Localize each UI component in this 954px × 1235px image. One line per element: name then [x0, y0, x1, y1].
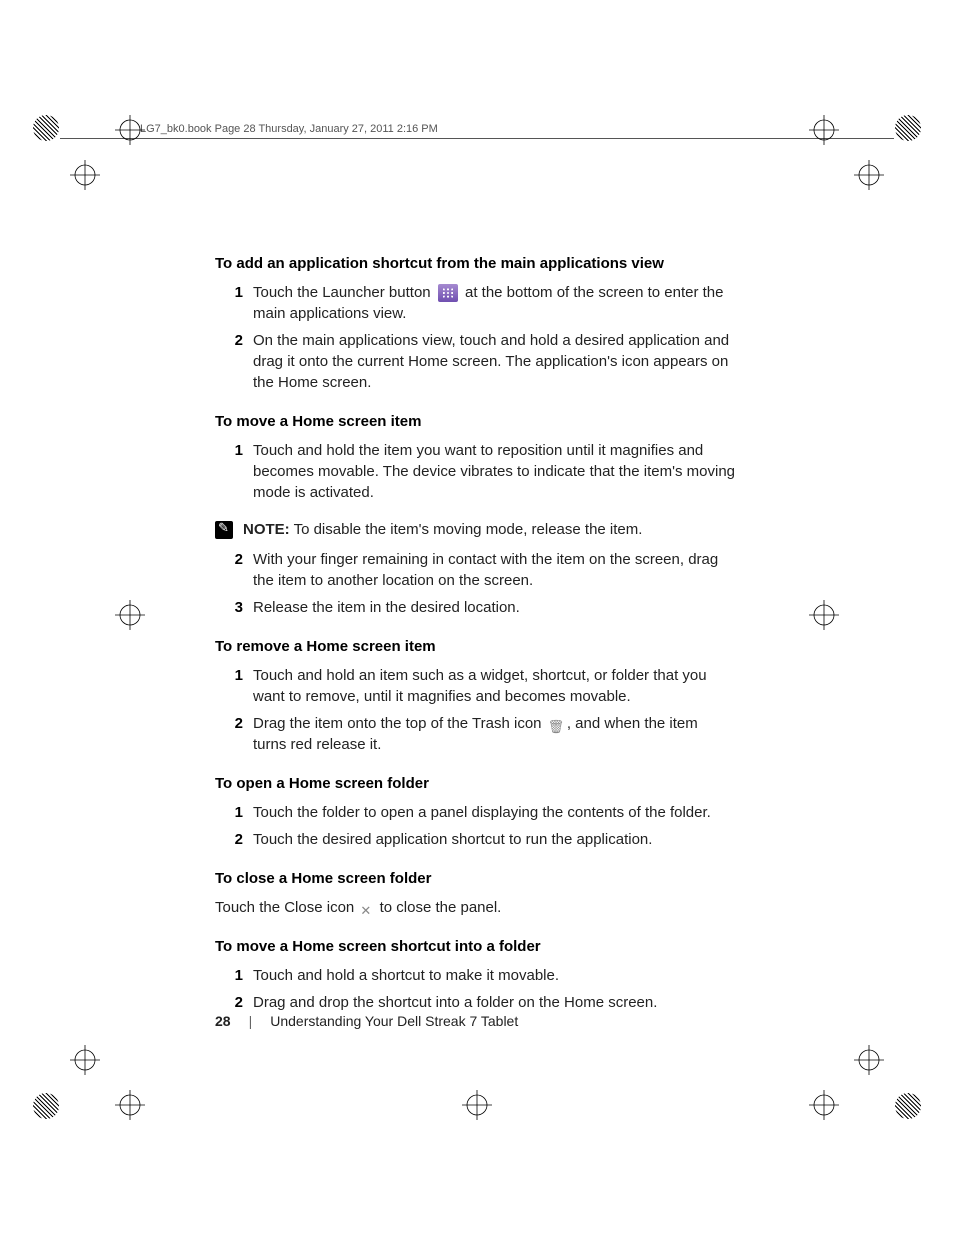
step-2: 2 With your finger remaining in contact … — [215, 549, 735, 591]
header-rule — [60, 138, 894, 139]
registration-mark-icon — [854, 160, 884, 190]
close-icon: ✕ — [360, 902, 373, 915]
crop-hatch-icon — [895, 115, 921, 141]
section-remove-item: To remove a Home screen item 1 Touch and… — [215, 638, 735, 755]
registration-mark-icon — [854, 1045, 884, 1075]
step-1: 1 Touch the Launcher button at the botto… — [215, 282, 735, 324]
step-number: 1 — [215, 802, 253, 823]
page-number: 28 — [215, 1013, 231, 1029]
note: NOTE: To disable the item's moving mode,… — [215, 521, 735, 539]
steps: 1 Touch the Launcher button at the botto… — [215, 282, 735, 393]
heading: To move a Home screen item — [215, 413, 735, 430]
step-text: Drag and drop the shortcut into a folder… — [253, 992, 735, 1013]
separator: | — [249, 1013, 253, 1029]
step-number: 2 — [215, 330, 253, 393]
registration-mark-icon — [462, 1090, 492, 1120]
step-2: 2 On the main applications view, touch a… — [215, 330, 735, 393]
step-number: 2 — [215, 713, 253, 755]
registration-mark-icon — [809, 115, 839, 145]
heading: To move a Home screen shortcut into a fo… — [215, 938, 735, 955]
step-2: 2 Touch the desired application shortcut… — [215, 829, 735, 850]
heading: To open a Home screen folder — [215, 775, 735, 792]
section-open-folder: To open a Home screen folder 1 Touch the… — [215, 775, 735, 850]
step-number: 2 — [215, 549, 253, 591]
registration-mark-icon — [70, 1045, 100, 1075]
step-1: 1 Touch and hold a shortcut to make it m… — [215, 965, 735, 986]
step-1: 1 Touch and hold the item you want to re… — [215, 440, 735, 503]
step-2: 2 Drag the item onto the top of the Tras… — [215, 713, 735, 755]
step-3: 3 Release the item in the desired locati… — [215, 597, 735, 618]
heading: To close a Home screen folder — [215, 870, 735, 887]
steps: 1 Touch and hold a shortcut to make it m… — [215, 965, 735, 1013]
step-text: On the main applications view, touch and… — [253, 330, 735, 393]
text-part: to close the panel. — [380, 899, 502, 916]
registration-mark-icon — [809, 1090, 839, 1120]
step-number: 2 — [215, 829, 253, 850]
trash-icon: 🗑 — [548, 718, 561, 731]
launcher-icon — [438, 284, 458, 302]
crop-hatch-icon — [33, 115, 59, 141]
body-text: Touch the Close icon ✕ to close the pane… — [215, 897, 735, 918]
section-add-shortcut: To add an application shortcut from the … — [215, 255, 735, 393]
chapter-title: Understanding Your Dell Streak 7 Tablet — [270, 1013, 518, 1029]
note-text: To disable the item's moving mode, relea… — [290, 521, 643, 538]
section-close-folder: To close a Home screen folder Touch the … — [215, 870, 735, 918]
step-text: Touch and hold the item you want to repo… — [253, 440, 735, 503]
step-1: 1 Touch and hold an item such as a widge… — [215, 665, 735, 707]
steps: 1 Touch the folder to open a panel displ… — [215, 802, 735, 850]
step-text: Release the item in the desired location… — [253, 597, 735, 618]
crop-hatch-icon — [33, 1093, 59, 1119]
note-label: NOTE: — [243, 521, 290, 538]
steps: 1 Touch and hold the item you want to re… — [215, 440, 735, 503]
registration-mark-icon — [115, 115, 145, 145]
step-text: Touch the folder to open a panel display… — [253, 802, 735, 823]
text-part: Touch the Launcher button — [253, 284, 435, 301]
heading: To remove a Home screen item — [215, 638, 735, 655]
step-number: 1 — [215, 965, 253, 986]
registration-mark-icon — [115, 600, 145, 630]
section-move-item: To move a Home screen item 1 Touch and h… — [215, 413, 735, 618]
registration-mark-icon — [809, 600, 839, 630]
page-footer: 28 | Understanding Your Dell Streak 7 Ta… — [215, 1013, 518, 1029]
page-content: To add an application shortcut from the … — [215, 255, 735, 1033]
step-text: Touch and hold an item such as a widget,… — [253, 665, 735, 707]
registration-mark-icon — [115, 1090, 145, 1120]
step-text: With your finger remaining in contact wi… — [253, 549, 735, 591]
step-2: 2 Drag and drop the shortcut into a fold… — [215, 992, 735, 1013]
step-number: 1 — [215, 665, 253, 707]
step-number: 3 — [215, 597, 253, 618]
step-1: 1 Touch the folder to open a panel displ… — [215, 802, 735, 823]
crop-hatch-icon — [895, 1093, 921, 1119]
step-text: Touch the desired application shortcut t… — [253, 829, 735, 850]
step-text: Drag the item onto the top of the Trash … — [253, 713, 735, 755]
text-part: Touch the Close icon — [215, 899, 358, 916]
heading: To add an application shortcut from the … — [215, 255, 735, 272]
header-crop-info: LG7_bk0.book Page 28 Thursday, January 2… — [140, 123, 438, 135]
step-number: 1 — [215, 282, 253, 324]
step-text: Touch and hold a shortcut to make it mov… — [253, 965, 735, 986]
step-number: 2 — [215, 992, 253, 1013]
note-body: NOTE: To disable the item's moving mode,… — [243, 521, 642, 538]
section-move-shortcut-to-folder: To move a Home screen shortcut into a fo… — [215, 938, 735, 1013]
note-icon — [215, 521, 233, 539]
steps: 1 Touch and hold an item such as a widge… — [215, 665, 735, 755]
step-number: 1 — [215, 440, 253, 503]
registration-mark-icon — [70, 160, 100, 190]
text-part: Drag the item onto the top of the Trash … — [253, 715, 546, 732]
step-text: Touch the Launcher button at the bottom … — [253, 282, 735, 324]
steps-cont: 2 With your finger remaining in contact … — [215, 549, 735, 618]
